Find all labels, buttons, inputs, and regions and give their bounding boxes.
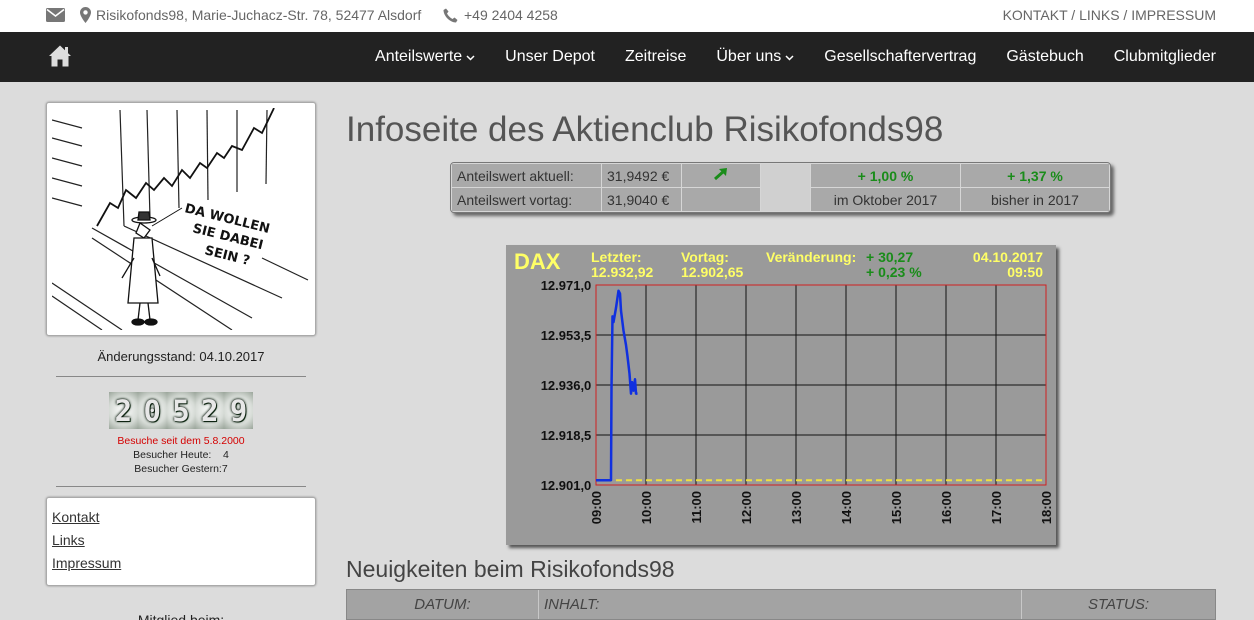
member-label: Mitglied beim: xyxy=(137,612,225,620)
x-tick-label: 15:00 xyxy=(889,491,904,524)
prev-value: 12.902,65 xyxy=(681,264,743,280)
top-contact-bar: Risikofonds98, Marie-Juchacz-Str. 78, 52… xyxy=(0,0,1254,32)
cartoon-drawing: DA WOLLEN SIE DABEI SEIN ? xyxy=(51,107,310,331)
nav-label: Clubmitglieder xyxy=(1113,48,1216,65)
current-value-label: Anteilswert aktuell: xyxy=(451,163,602,188)
chart-date: 04.10.2017 xyxy=(973,249,1043,265)
x-tick-label: 14:00 xyxy=(839,491,854,524)
counter-digit: 0 xyxy=(137,392,167,429)
x-tick-label: 09:00 xyxy=(589,491,604,524)
nav-label: Über uns xyxy=(716,48,782,65)
page-title: Infoseite des Aktienclub Risikofonds98 xyxy=(346,110,944,149)
last-value: 12.932,92 xyxy=(591,264,653,280)
change-pct: + 0,23 % xyxy=(866,264,922,280)
sidebar-link-links[interactable]: Links xyxy=(52,532,310,548)
top-links[interactable]: KONTAKT / LINKS / IMPRESSUM xyxy=(1003,7,1216,23)
chevron-down-icon xyxy=(785,48,794,66)
spacer-cell xyxy=(760,163,811,212)
x-tick-label: 18:00 xyxy=(1039,491,1054,524)
x-tick-label: 11:00 xyxy=(689,491,704,524)
nav-item-anteilswerte[interactable]: Anteilswerte xyxy=(375,48,475,66)
nav-item-ueber-uns[interactable]: Über uns xyxy=(716,48,794,66)
nav-label: Gesellschaftervertrag xyxy=(824,48,977,65)
envelope-icon[interactable] xyxy=(46,8,65,22)
address-text: Risikofonds98, Marie-Juchacz-Str. 78, 52… xyxy=(96,7,422,23)
empty-cell xyxy=(681,187,761,212)
y-tick-label: 12.971,0 xyxy=(541,278,592,293)
header-date: DATUM: xyxy=(347,590,539,619)
update-date: Änderungsstand: 04.10.2017 xyxy=(97,349,265,364)
nav-label: Gästebuch xyxy=(1006,48,1084,65)
x-tick-label: 16:00 xyxy=(939,491,954,524)
arrow-up-right-icon xyxy=(681,163,761,188)
nav-item-gaestebuch[interactable]: Gästebuch xyxy=(1006,48,1083,66)
visits-since: Besuche seit dem 5.8.2000 xyxy=(117,435,245,447)
phone: +49 2404 4258 xyxy=(443,7,558,23)
dax-chart-svg: DAX Letzter: 12.932,92 Vortag: 12.902,65… xyxy=(514,249,1054,524)
visitors-today: Besucher Heute: 4 xyxy=(133,449,229,461)
nav-label: Anteilswerte xyxy=(375,48,463,65)
nav-label: Unser Depot xyxy=(505,48,595,65)
phone-text: +49 2404 4258 xyxy=(464,7,558,23)
nav-menu: Anteilswerte Unser Depot Zeitreise Über … xyxy=(345,32,1216,82)
previous-value: 31,9040 € xyxy=(601,187,682,212)
month-label: im Oktober 2017 xyxy=(810,187,961,212)
y-tick-label: 12.936,0 xyxy=(541,378,592,393)
previous-value-label: Anteilswert vortag: xyxy=(451,187,602,212)
y-tick-label: 12.901,0 xyxy=(541,478,592,493)
sidebar-link-kontakt[interactable]: Kontakt xyxy=(52,509,310,525)
counter-digit: 2 xyxy=(109,392,138,429)
nav-label: Zeitreise xyxy=(625,48,687,65)
y-tick-label: 12.953,5 xyxy=(541,328,592,343)
change-label: Veränderung: xyxy=(766,249,856,265)
change-abs: + 30,27 xyxy=(866,249,913,265)
news-table-header: DATUM: INHALT: STATUS: xyxy=(346,589,1216,620)
year-change: + 1,37 % xyxy=(960,163,1110,188)
visitor-counter: 2 0 5 2 9 xyxy=(109,392,253,429)
nav-item-clubmitglieder[interactable]: Clubmitglieder xyxy=(1114,48,1216,66)
dax-chart: DAX Letzter: 12.932,92 Vortag: 12.902,65… xyxy=(506,245,1056,545)
address: Risikofonds98, Marie-Juchacz-Str. 78, 52… xyxy=(80,7,421,23)
chevron-down-icon xyxy=(466,48,475,66)
counter-digit: 2 xyxy=(195,392,225,429)
x-tick-label: 12:00 xyxy=(739,491,754,524)
month-change: + 1,00 % xyxy=(810,163,961,188)
divider xyxy=(56,486,306,487)
nav-item-unser-depot[interactable]: Unser Depot xyxy=(505,48,595,66)
chart-time: 09:50 xyxy=(1007,264,1043,280)
prev-label: Vortag: xyxy=(681,249,729,265)
visitors-yesterday: Besucher Gestern:7 xyxy=(134,463,228,475)
cartoon-image: DA WOLLEN SIE DABEI SEIN ? xyxy=(46,102,316,336)
current-value: 31,9492 € xyxy=(601,163,682,188)
chart-title: DAX xyxy=(514,249,561,274)
x-tick-label: 17:00 xyxy=(989,491,1004,524)
nav-item-zeitreise[interactable]: Zeitreise xyxy=(625,48,686,66)
counter-digit: 9 xyxy=(224,392,253,429)
counter-digit: 5 xyxy=(166,392,196,429)
x-tick-label: 10:00 xyxy=(639,491,654,524)
nav-item-gesellschaftervertrag[interactable]: Gesellschaftervertrag xyxy=(824,48,976,66)
news-title: Neuigkeiten beim Risikofonds98 xyxy=(346,556,675,582)
last-label: Letzter: xyxy=(591,249,642,265)
year-label: bisher in 2017 xyxy=(960,187,1110,212)
sidebar-link-impressum[interactable]: Impressum xyxy=(52,555,310,571)
share-value-table: Anteilswert aktuell: 31,9492 € + 1,00 % … xyxy=(450,162,1111,213)
map-marker-icon xyxy=(80,7,91,23)
divider xyxy=(56,376,306,377)
header-content: INHALT: xyxy=(539,590,1022,619)
sidebar-links: Kontakt Links Impressum xyxy=(46,497,316,586)
home-icon[interactable] xyxy=(48,44,72,73)
header-status: STATUS: xyxy=(1087,596,1150,613)
phone-icon xyxy=(443,8,458,23)
y-tick-label: 12.918,5 xyxy=(541,428,592,443)
x-tick-label: 13:00 xyxy=(789,491,804,524)
main-navbar: Anteilswerte Unser Depot Zeitreise Über … xyxy=(0,32,1254,82)
